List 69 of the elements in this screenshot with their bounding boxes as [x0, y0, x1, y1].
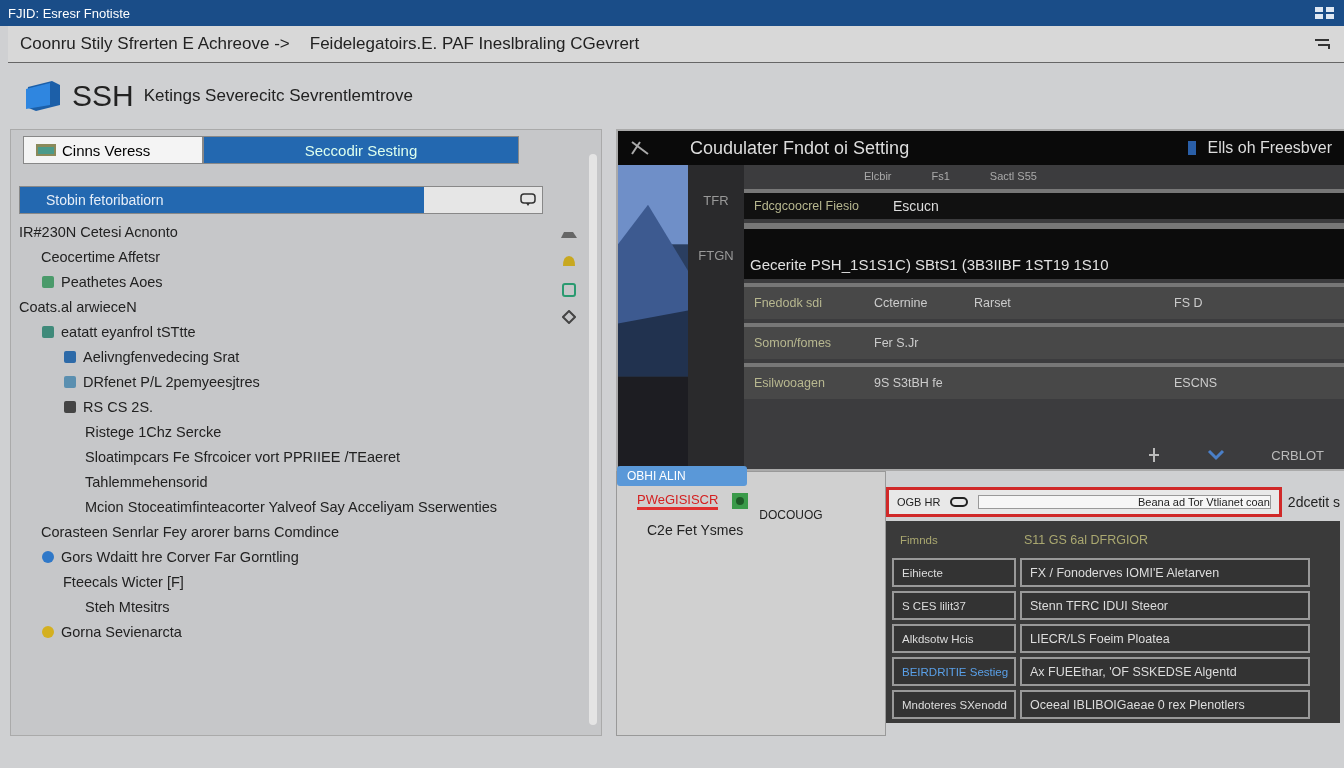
tree-item[interactable]: eatatt eyanfrol tSTtte — [61, 324, 196, 340]
tree-item[interactable]: Coats.al arwieceN — [19, 299, 137, 315]
connection-field[interactable]: OGB HR Beana ad Tor Vtlianet coan — [886, 487, 1282, 517]
tree-item[interactable]: DRfenet P/L 2pemyeesjtres — [83, 374, 260, 390]
tree-item[interactable]: Aelivngfenvedecing Srat — [83, 349, 240, 365]
field-value: Escucn — [892, 198, 939, 214]
grid-icon[interactable] — [1314, 5, 1336, 21]
side-label: TFR — [703, 193, 729, 208]
tab[interactable]: Cinns Veress — [23, 136, 203, 164]
status-icon — [732, 493, 749, 509]
bookmark-icon[interactable] — [1185, 140, 1198, 156]
tree-item[interactable]: Sloatimpcars Fe Sfrcoicer vort PPRIIEE /TEaeret — [85, 449, 401, 465]
link-icon — [950, 496, 969, 508]
tab[interactable]: Seccodir Sesting — [203, 136, 519, 164]
tree-item[interactable]: Peathetes Aoes — [61, 274, 163, 290]
tree-item[interactable]: Corasteen Senrlar Fey arorer barns Comdince — [41, 524, 340, 540]
folder-icon — [36, 143, 56, 157]
tree-item[interactable]: IR#230N Cetesi Acnonto — [19, 224, 178, 240]
item-icon — [63, 375, 77, 389]
tree-item[interactable]: Fteecals Wicter [F] — [63, 574, 184, 590]
breadcrumb-link[interactable]: Coonru Stily Sfrerten E Achreove -> — [20, 34, 290, 54]
row-text: Ccternine — [874, 296, 929, 310]
app-subtitle: Ketings Severecitc Sevrentlemtrove — [143, 86, 413, 106]
tree-item[interactable]: Gors Wdaitt hre Corver Far Gorntling — [61, 549, 299, 565]
column-header: S11 GS 6al DFRGIOR — [1023, 531, 1150, 549]
search-field[interactable]: Stobin fetoribatiorn — [19, 186, 543, 214]
row-text: Somon/fomes — [754, 336, 833, 350]
chat-icon — [520, 193, 536, 207]
chevron-icon[interactable] — [1207, 449, 1226, 461]
row-text: ESCNS — [1174, 376, 1219, 390]
tree-item[interactable]: Ceocertime Affetsr — [41, 249, 160, 265]
column-tab[interactable]: Fs1 — [931, 170, 950, 182]
row-text: 9S S3tBH fe — [874, 376, 944, 390]
tree-item[interactable]: Mcion Stoceatimfinteacorter Yalveof Say Acceliyam Sserwenties — [85, 499, 498, 515]
window-title: FJID: Esresr Fnotiste — [8, 5, 131, 21]
row-text: Fnedodk sdi — [754, 296, 824, 310]
field-label: Fdcgcoocrel Fiesio — [754, 199, 859, 213]
panel-title: Coudulater Fndot oi Setting — [690, 137, 911, 159]
scroll-bar[interactable] — [589, 154, 597, 725]
note-text: C2e Fet Ysmes — [647, 522, 744, 538]
item-icon — [41, 550, 55, 564]
panel-action[interactable]: Ells oh Freesbver — [1207, 139, 1332, 157]
tree-item[interactable]: Gorna Sevienarcta — [61, 624, 182, 640]
tree-item[interactable]: Tahlemmehensorid — [85, 474, 208, 490]
tree-item[interactable]: Ristege 1Chz Sercke — [85, 424, 222, 440]
column-tab[interactable]: Elcbir — [864, 170, 892, 182]
alert-text: PWeGISISCR — [637, 492, 719, 510]
row-text: FS D — [1174, 296, 1204, 310]
diamond-icon[interactable] — [562, 310, 576, 324]
app-title: SSH — [72, 79, 134, 113]
breadcrumb-current: Feidelegatoirs.E. PAF Ineslbraling CGevrert — [309, 34, 640, 54]
item-icon — [41, 625, 55, 639]
square-icon[interactable] — [561, 282, 577, 298]
row-text: Fer S.Jr — [874, 336, 920, 350]
tree-item[interactable]: RS CS 2S. — [83, 399, 154, 415]
row-text: Esilwooagen — [754, 376, 826, 390]
item-icon — [63, 350, 77, 364]
side-label: FTGN — [698, 248, 734, 263]
column-tab[interactable]: Sactl S55 — [989, 170, 1037, 182]
tree-item[interactable]: Steh Mtesitrs — [85, 599, 170, 615]
item-icon — [63, 400, 77, 414]
row-text: Rarset — [974, 296, 1012, 310]
item-icon — [41, 275, 55, 289]
caption-text: DOCOUOG — [759, 508, 823, 522]
menu-icon[interactable] — [1314, 38, 1332, 50]
column-header: Fimnds — [899, 532, 939, 548]
side-text: 2dcetit s — [1287, 494, 1341, 510]
footer-label: CRBLOT — [1271, 447, 1324, 463]
item-icon — [41, 325, 55, 339]
